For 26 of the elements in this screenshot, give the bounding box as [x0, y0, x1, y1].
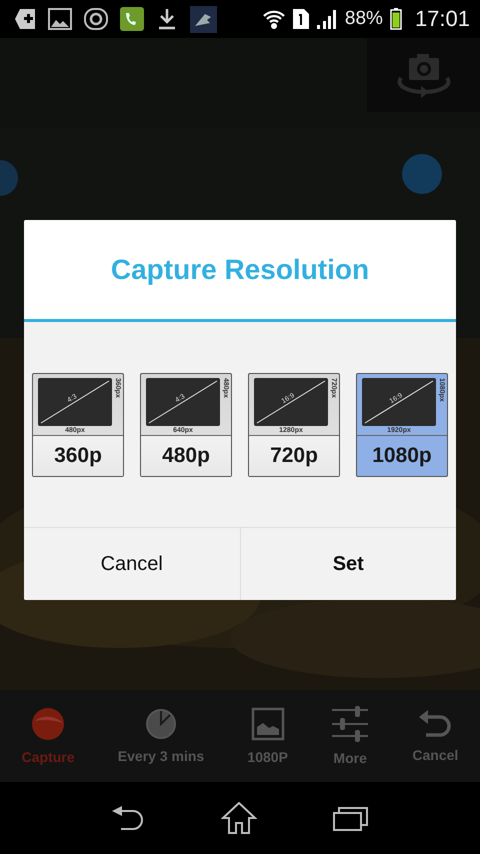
gallery-icon [48, 8, 72, 30]
undo-icon [418, 709, 452, 739]
app-icon [190, 6, 217, 32]
back-icon [111, 805, 145, 831]
resolution-label: 360p [33, 436, 123, 476]
home-icon [221, 802, 257, 834]
medical-cross-icon [14, 8, 36, 30]
clock-time: 17:01 [414, 6, 470, 32]
dialog-title: Capture Resolution [24, 220, 456, 322]
phone-app-icon [120, 7, 144, 31]
download-icon [156, 7, 178, 31]
resolution-label: 480p [141, 436, 231, 476]
sliders-icon [331, 706, 370, 742]
image-icon [250, 707, 285, 741]
record-icon [31, 707, 66, 741]
recent-apps-icon [333, 805, 369, 831]
battery-icon [390, 8, 402, 30]
switch-camera-button[interactable] [367, 38, 480, 112]
wifi-icon [262, 8, 286, 30]
resolution-label: 720p [249, 436, 339, 476]
resolution-label: 1080p [371, 442, 433, 468]
battery-percent: 88% [344, 8, 383, 30]
signal-icon [316, 8, 338, 30]
set-button[interactable]: Set [240, 528, 456, 600]
sim-card-icon [292, 9, 309, 29]
clock-icon [144, 708, 177, 740]
